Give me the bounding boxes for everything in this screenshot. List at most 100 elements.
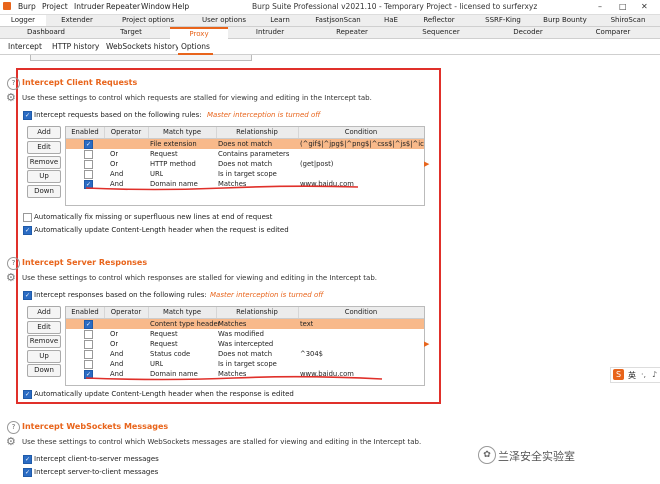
client-master-note: Master interception is turned off <box>207 111 321 119</box>
client-down-button[interactable]: Down <box>27 185 61 198</box>
table-row[interactable]: Or Request Contains parameters <box>66 149 424 159</box>
menu-help[interactable]: Help <box>172 2 189 11</box>
gear-icon[interactable]: ⚙ <box>6 91 16 104</box>
client-update-length-checkbox[interactable]: ✓ <box>23 226 32 235</box>
table-row[interactable]: And URL Is in target scope <box>66 359 424 369</box>
tab-shiroscan[interactable]: ShiroScan <box>596 15 660 26</box>
tab-target[interactable]: Target <box>92 27 170 38</box>
row-enabled-checkbox[interactable] <box>84 170 93 179</box>
col-relationship[interactable]: Relationship <box>216 127 299 138</box>
tab-row-tools: Dashboard Target Proxy Intruder Repeater… <box>0 27 660 39</box>
col-enabled[interactable]: Enabled <box>66 307 105 318</box>
col-match-type[interactable]: Match type <box>148 127 217 138</box>
gear-icon[interactable]: ⚙ <box>6 435 16 448</box>
tab-proxy[interactable]: Proxy <box>170 27 228 39</box>
minimize-icon[interactable]: – <box>598 2 602 11</box>
client-to-server-checkbox[interactable]: ✓ <box>23 455 32 464</box>
server-edit-button[interactable]: Edit <box>27 321 61 334</box>
client-up-button[interactable]: Up <box>27 170 61 183</box>
row-operator: And <box>110 170 124 178</box>
row-operator: And <box>110 350 124 358</box>
row-enabled-checkbox[interactable] <box>84 350 93 359</box>
punctuation-icon[interactable]: ·, <box>641 370 646 379</box>
row-enabled-checkbox[interactable] <box>84 330 93 339</box>
row-enabled-checkbox[interactable] <box>84 360 93 369</box>
col-condition[interactable]: Condition <box>298 307 424 318</box>
row-enabled-checkbox[interactable]: ✓ <box>84 320 93 329</box>
tab-extender[interactable]: Extender <box>46 15 108 26</box>
tab-reflector[interactable]: Reflector <box>406 15 472 26</box>
client-update-length-label: Automatically update Content-Length head… <box>34 226 289 234</box>
row-enabled-checkbox[interactable]: ✓ <box>84 140 93 149</box>
table-row[interactable]: Or Request Was intercepted <box>66 339 424 349</box>
col-relationship[interactable]: Relationship <box>216 307 299 318</box>
subtab-http-history[interactable]: HTTP history <box>52 42 99 51</box>
tab-fastjsonscan[interactable]: FastjsonScan <box>300 15 376 26</box>
server-rules-checkbox[interactable]: ✓ <box>23 291 32 300</box>
client-rules-checkbox[interactable]: ✓ <box>23 111 32 120</box>
menu-repeater[interactable]: Repeater <box>106 2 140 11</box>
microphone-icon[interactable]: ♪ <box>652 370 657 379</box>
client-section-desc: Use these settings to control which requ… <box>22 94 372 102</box>
server-add-button[interactable]: Add <box>27 306 61 319</box>
col-operator[interactable]: Operator <box>104 307 149 318</box>
close-icon[interactable]: ✕ <box>641 2 648 11</box>
client-remove-button[interactable]: Remove <box>27 156 61 169</box>
help-icon[interactable]: ? <box>7 421 20 434</box>
row-operator: Or <box>110 160 119 168</box>
table-row[interactable]: Or HTTP method Does not match (get|post) <box>66 159 424 169</box>
sogou-icon[interactable]: S <box>613 369 624 380</box>
tab-burp-bounty[interactable]: Burp Bounty <box>534 15 596 26</box>
help-icon[interactable]: ? <box>7 257 20 270</box>
watermark-text: 兰泽安全实验室 <box>498 450 575 463</box>
row-enabled-checkbox[interactable] <box>84 150 93 159</box>
table-row[interactable]: ✓ Content type header Matches text <box>66 319 424 329</box>
client-add-button[interactable]: Add <box>27 126 61 139</box>
tab-learn[interactable]: Learn <box>260 15 300 26</box>
tab-sequencer[interactable]: Sequencer <box>392 27 490 38</box>
expand-arrow-icon[interactable]: ▶ <box>424 340 429 348</box>
row-match-type: File extension <box>150 140 197 148</box>
tab-logger[interactable]: Logger <box>0 15 46 26</box>
table-row[interactable]: And Status code Does not match ^304$ <box>66 349 424 359</box>
menu-window[interactable]: Window <box>141 2 171 11</box>
col-condition[interactable]: Condition <box>298 127 424 138</box>
col-operator[interactable]: Operator <box>104 127 149 138</box>
gear-icon[interactable]: ⚙ <box>6 271 16 284</box>
expand-arrow-icon[interactable]: ▶ <box>424 160 429 168</box>
ime-language[interactable]: 英 <box>628 370 636 381</box>
help-icon[interactable]: ? <box>7 77 20 90</box>
fix-newlines-checkbox[interactable] <box>23 213 32 222</box>
table-row[interactable]: Or Request Was modified <box>66 329 424 339</box>
server-to-client-checkbox[interactable]: ✓ <box>23 468 32 477</box>
server-remove-button[interactable]: Remove <box>27 335 61 348</box>
menu-project[interactable]: Project <box>42 2 68 11</box>
server-up-button[interactable]: Up <box>27 350 61 363</box>
tab-repeater[interactable]: Repeater <box>312 27 392 38</box>
tab-user-options[interactable]: User options <box>188 15 260 26</box>
ime-toolbar[interactable]: S 英 ·, ♪ <box>610 367 660 383</box>
col-enabled[interactable]: Enabled <box>66 127 105 138</box>
subtab-options[interactable]: Options <box>178 40 213 55</box>
menu-burp[interactable]: Burp <box>18 2 36 11</box>
table-row[interactable]: ✓ File extension Does not match (^gif$|^… <box>66 139 424 149</box>
client-edit-button[interactable]: Edit <box>27 141 61 154</box>
server-update-length-checkbox[interactable]: ✓ <box>23 390 32 399</box>
tab-comparer[interactable]: Comparer <box>566 27 660 38</box>
maximize-icon[interactable]: □ <box>619 2 627 11</box>
subtab-websockets-history[interactable]: WebSockets history <box>106 42 180 51</box>
table-row[interactable]: And URL Is in target scope <box>66 169 424 179</box>
subtab-intercept[interactable]: Intercept <box>8 42 42 51</box>
row-enabled-checkbox[interactable] <box>84 160 93 169</box>
row-enabled-checkbox[interactable] <box>84 340 93 349</box>
tab-project-options[interactable]: Project options <box>108 15 188 26</box>
menu-intruder[interactable]: Intruder <box>74 2 104 11</box>
server-down-button[interactable]: Down <box>27 364 61 377</box>
tab-hae[interactable]: HaE <box>376 15 406 26</box>
tab-intruder[interactable]: Intruder <box>228 27 312 38</box>
tab-decoder[interactable]: Decoder <box>490 27 566 38</box>
tab-dashboard[interactable]: Dashboard <box>0 27 92 38</box>
tab-ssrf-king[interactable]: SSRF-King <box>472 15 534 26</box>
col-match-type[interactable]: Match type <box>148 307 217 318</box>
row-relationship: Was modified <box>218 330 264 338</box>
